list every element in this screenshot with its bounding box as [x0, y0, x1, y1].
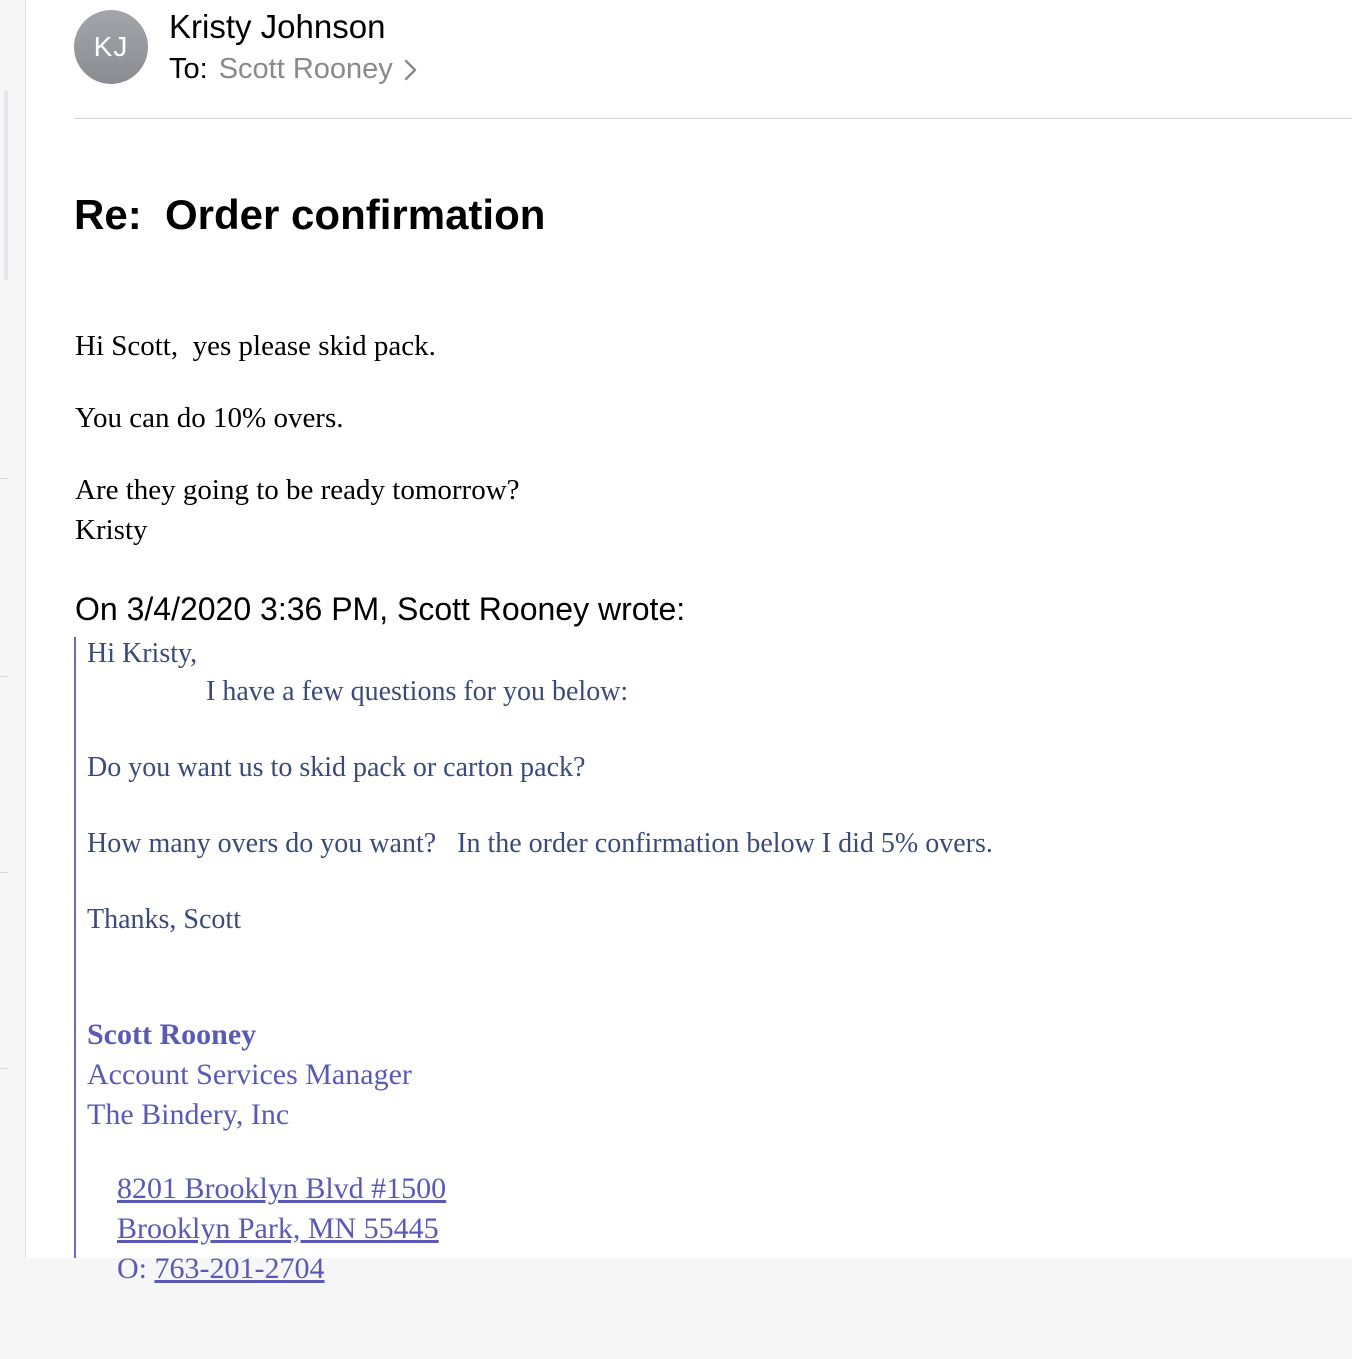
reply-line: You can do 10% overs. — [75, 402, 344, 434]
signature-title: Account Services Manager — [87, 1058, 412, 1091]
phone-label: O: — [117, 1252, 155, 1285]
quoted-question: How many overs do you want? In the order… — [87, 828, 993, 859]
signature-name: Scott Rooney — [87, 1018, 257, 1051]
sidebar-divider — [0, 676, 8, 677]
header-divider — [74, 118, 1352, 119]
reply-line: Hi Scott, yes please skid pack. — [75, 330, 436, 362]
sidebar-edge — [0, 0, 26, 1359]
quoted-question: Do you want us to skid pack or carton pa… — [87, 752, 586, 783]
quoted-intro: I have a few questions for you below: — [206, 676, 629, 707]
signature-phone: O: 763-201-2704 — [87, 1218, 324, 1320]
phone-link[interactable]: 763-201-2704 — [155, 1252, 325, 1285]
quote-bar — [74, 637, 76, 1258]
mail-message-view: KJ Kristy Johnson To: Scott Rooney Re: O… — [0, 0, 1352, 1359]
sidebar-divider — [0, 872, 8, 873]
signature-company: The Bindery, Inc — [87, 1098, 290, 1131]
sender-name[interactable]: Kristy Johnson — [169, 8, 385, 46]
quoted-greeting: Hi Kristy, — [87, 638, 198, 669]
quote-attribution: On 3/4/2020 3:36 PM, Scott Rooney wrote: — [75, 591, 686, 627]
recipient-row: To: Scott Rooney — [169, 53, 419, 86]
email-subject: Re: Order confirmation — [74, 191, 546, 238]
sidebar-divider — [0, 1068, 8, 1069]
reply-signoff: Kristy — [75, 514, 148, 546]
avatar-initials: KJ — [93, 31, 129, 62]
chevron-right-icon[interactable] — [403, 57, 419, 83]
recipient-name[interactable]: Scott Rooney — [219, 53, 393, 86]
reply-line: Are they going to be ready tomorrow? — [75, 474, 520, 506]
sidebar-selection — [4, 90, 8, 280]
avatar[interactable]: KJ — [74, 10, 148, 84]
sidebar-divider — [0, 478, 8, 479]
to-label: To: — [169, 53, 208, 85]
quoted-closing: Thanks, Scott — [87, 904, 241, 935]
